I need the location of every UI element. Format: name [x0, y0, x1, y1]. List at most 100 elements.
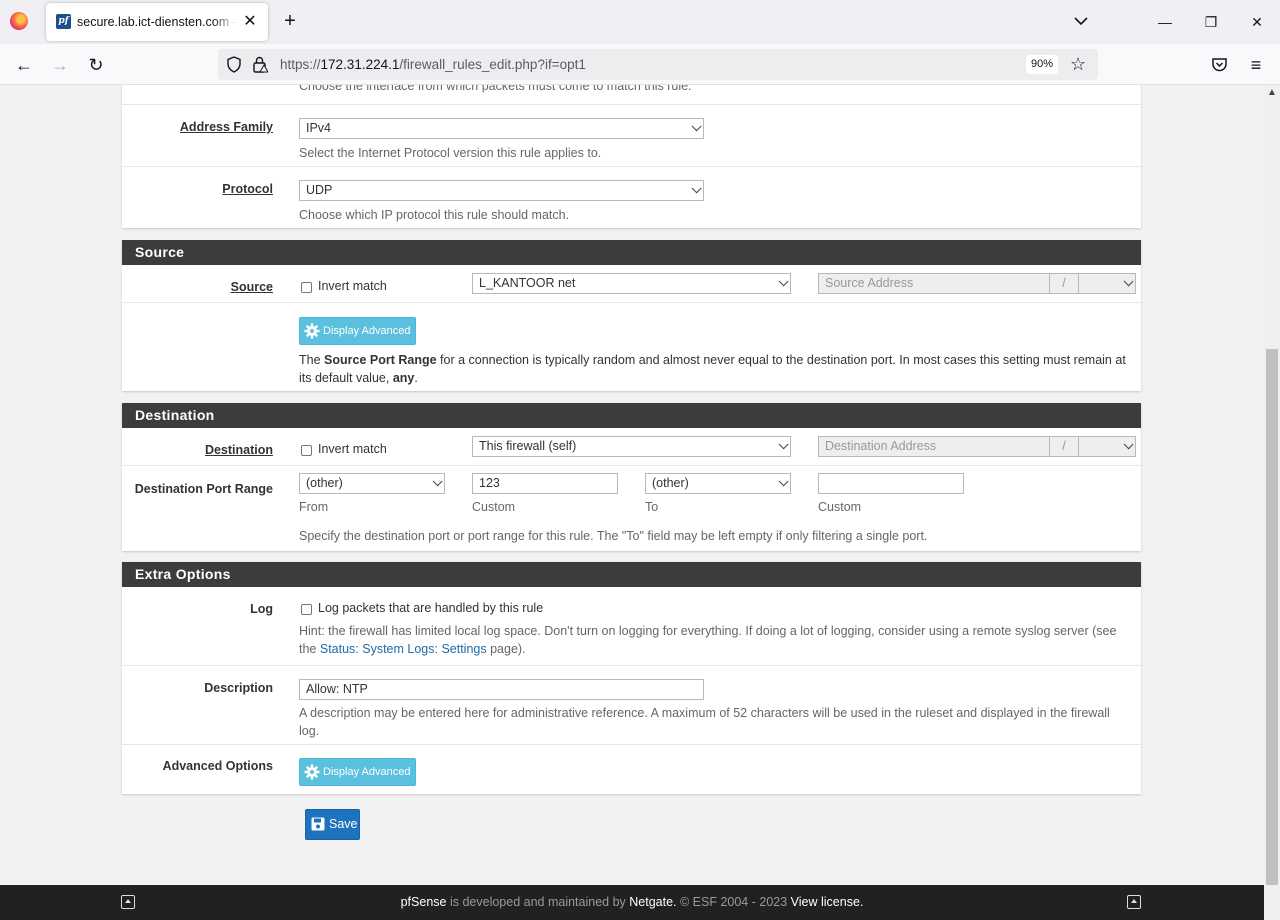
save-button[interactable]: Save	[305, 809, 360, 840]
destination-invert-checkbox[interactable]	[301, 445, 312, 456]
bookmark-star-icon[interactable]: ☆	[1070, 54, 1086, 74]
url-bar[interactable]: https://172.31.224.1/firewall_rules_edit…	[218, 49, 1098, 80]
source-invert-label: Invert match	[318, 279, 387, 293]
restore-icon[interactable]: ❐	[1199, 10, 1223, 34]
address-family-select[interactable]: IPv4	[299, 118, 704, 139]
description-label: Description	[204, 681, 273, 695]
source-type-select[interactable]: L_KANTOOR net	[472, 273, 791, 294]
protocol-help: Choose which IP protocol this rule shoul…	[299, 208, 570, 222]
advanced-options-row: Advanced Options Display Advanced	[122, 745, 1141, 793]
footer-text: is developed and maintained by	[446, 895, 630, 909]
back-icon[interactable]: ←	[12, 53, 36, 77]
destination-type-select[interactable]: This firewall (self)	[472, 436, 791, 457]
port-from-custom-input[interactable]: 123	[472, 473, 618, 494]
source-display-advanced-button[interactable]: Display Advanced	[299, 317, 417, 345]
scroll-up-arrow-icon[interactable]: ▲	[1266, 87, 1278, 99]
pfsense-favicon-icon: pf	[56, 14, 71, 29]
log-help: Hint: the firewall has limited local log…	[299, 622, 1129, 658]
source-label: Source	[230, 280, 273, 294]
address-family-row: Address Family IPv4 Select the Internet …	[122, 105, 1141, 167]
url-scheme: https://	[280, 57, 321, 72]
protocol-value: UDP	[306, 183, 333, 197]
port-from-select-value: (other)	[306, 476, 343, 490]
port-from-select[interactable]: (other)	[299, 473, 445, 494]
extra-options-heading: Extra Options	[122, 562, 1141, 587]
destination-heading: Destination	[122, 403, 1141, 428]
gear-icon	[304, 764, 320, 780]
scroll-top-icon[interactable]	[121, 895, 135, 909]
chevron-down-icon	[778, 439, 789, 450]
source-invert-checkbox[interactable]	[301, 282, 312, 293]
log-label: Log	[250, 602, 273, 616]
chevron-down-icon	[1123, 439, 1134, 450]
port-from-caption: From	[299, 500, 329, 514]
chevron-down-icon	[778, 276, 789, 287]
page-scrollbar[interactable]: ▲	[1264, 85, 1280, 920]
new-tab-icon[interactable]: +	[280, 10, 300, 34]
tab-list-chevron-icon[interactable]	[1072, 12, 1090, 30]
netgate-link[interactable]: Netgate.	[629, 895, 676, 909]
source-display-advanced-label: Display Advanced	[323, 325, 411, 337]
destination-type-value: This firewall (self)	[479, 439, 577, 453]
page-viewport: Choose the interface from which packets …	[0, 85, 1264, 920]
log-row: Log Log packets that are handled by this…	[122, 587, 1141, 666]
view-license-link[interactable]: View license.	[791, 895, 864, 909]
minimize-icon[interactable]: —	[1153, 10, 1177, 34]
tab-close-icon[interactable]: ✕	[240, 12, 260, 32]
description-input[interactable]: Allow: NTP	[299, 679, 704, 700]
log-checkbox[interactable]	[301, 604, 312, 615]
port-to-caption: To	[645, 500, 659, 514]
protocol-row: Protocol UDP Choose which IP protocol th…	[122, 167, 1141, 228]
source-row: Source Invert match L_KANTOOR net Source…	[122, 265, 1141, 303]
firefox-icon[interactable]	[10, 12, 28, 30]
source-panel: Source Source Invert match L_KANTOOR net…	[122, 240, 1141, 391]
address-family-help: Select the Internet Protocol version thi…	[299, 146, 602, 160]
log-checkbox-label: Log packets that are handled by this rul…	[318, 601, 544, 615]
interface-help: Choose the interface from which packets …	[299, 85, 692, 93]
tracking-shield-icon[interactable]	[226, 56, 242, 73]
reload-icon[interactable]: ↻	[84, 53, 108, 77]
destination-invert-label: Invert match	[318, 442, 387, 456]
window-close-icon[interactable]: ✕	[1245, 10, 1269, 34]
port-from-custom-value: 123	[479, 476, 500, 490]
port-to-select-value: (other)	[652, 476, 689, 490]
chevron-down-icon	[432, 476, 443, 487]
footer-copyright: © ESF 2004 - 2023	[676, 895, 791, 909]
url-path: /firewall_rules_edit.php?if=opt1	[399, 57, 586, 72]
advanced-options-label: Advanced Options	[162, 759, 273, 773]
help-bold: any	[392, 371, 415, 385]
chevron-down-icon	[1123, 276, 1134, 287]
source-advanced-row: Display Advanced The Source Port Range f…	[122, 303, 1141, 391]
url-text[interactable]: https://172.31.224.1/firewall_rules_edit…	[280, 57, 586, 72]
browser-tab[interactable]: pf secure.lab.ict-diensten.com - Fi ✕	[46, 3, 268, 41]
forward-icon[interactable]: →	[48, 53, 72, 77]
save-disk-icon	[311, 817, 325, 831]
destination-port-range-row: Destination Port Range (other) 123 (othe…	[122, 466, 1141, 551]
page-footer: pfSense is developed and maintained by N…	[0, 885, 1264, 920]
pocket-icon[interactable]	[1211, 56, 1228, 73]
scrollbar-thumb[interactable]	[1266, 349, 1278, 885]
scroll-top-icon[interactable]	[1127, 895, 1141, 909]
source-slash: /	[1049, 273, 1079, 294]
destination-mask-select[interactable]	[1078, 436, 1136, 457]
url-host: 172.31.224.1	[320, 57, 400, 72]
advanced-display-advanced-button[interactable]: Display Advanced	[299, 758, 417, 786]
source-type-value: L_KANTOOR net	[479, 276, 576, 290]
protocol-select[interactable]: UDP	[299, 180, 704, 201]
edit-rule-panel: Choose the interface from which packets …	[122, 85, 1141, 228]
lock-warning-icon[interactable]	[252, 56, 268, 73]
app-menu-icon[interactable]: ≡	[1244, 53, 1268, 77]
port-to-select[interactable]: (other)	[645, 473, 791, 494]
source-mask-select[interactable]	[1078, 273, 1136, 294]
port-from-custom-caption: Custom	[472, 500, 516, 514]
interface-row: Choose the interface from which packets …	[122, 85, 1141, 105]
help-text: page).	[486, 642, 526, 656]
system-logs-settings-link[interactable]: Status: System Logs: Settings	[320, 642, 487, 656]
gear-icon	[304, 323, 320, 339]
zoom-level-badge[interactable]: 90%	[1026, 55, 1059, 74]
port-to-custom-input[interactable]	[818, 473, 964, 494]
source-address-placeholder: Source Address	[825, 276, 914, 290]
source-address-input[interactable]: Source Address	[818, 273, 1050, 294]
destination-address-input[interactable]: Destination Address	[818, 436, 1050, 457]
description-row: Description Allow: NTP A description may…	[122, 666, 1141, 745]
